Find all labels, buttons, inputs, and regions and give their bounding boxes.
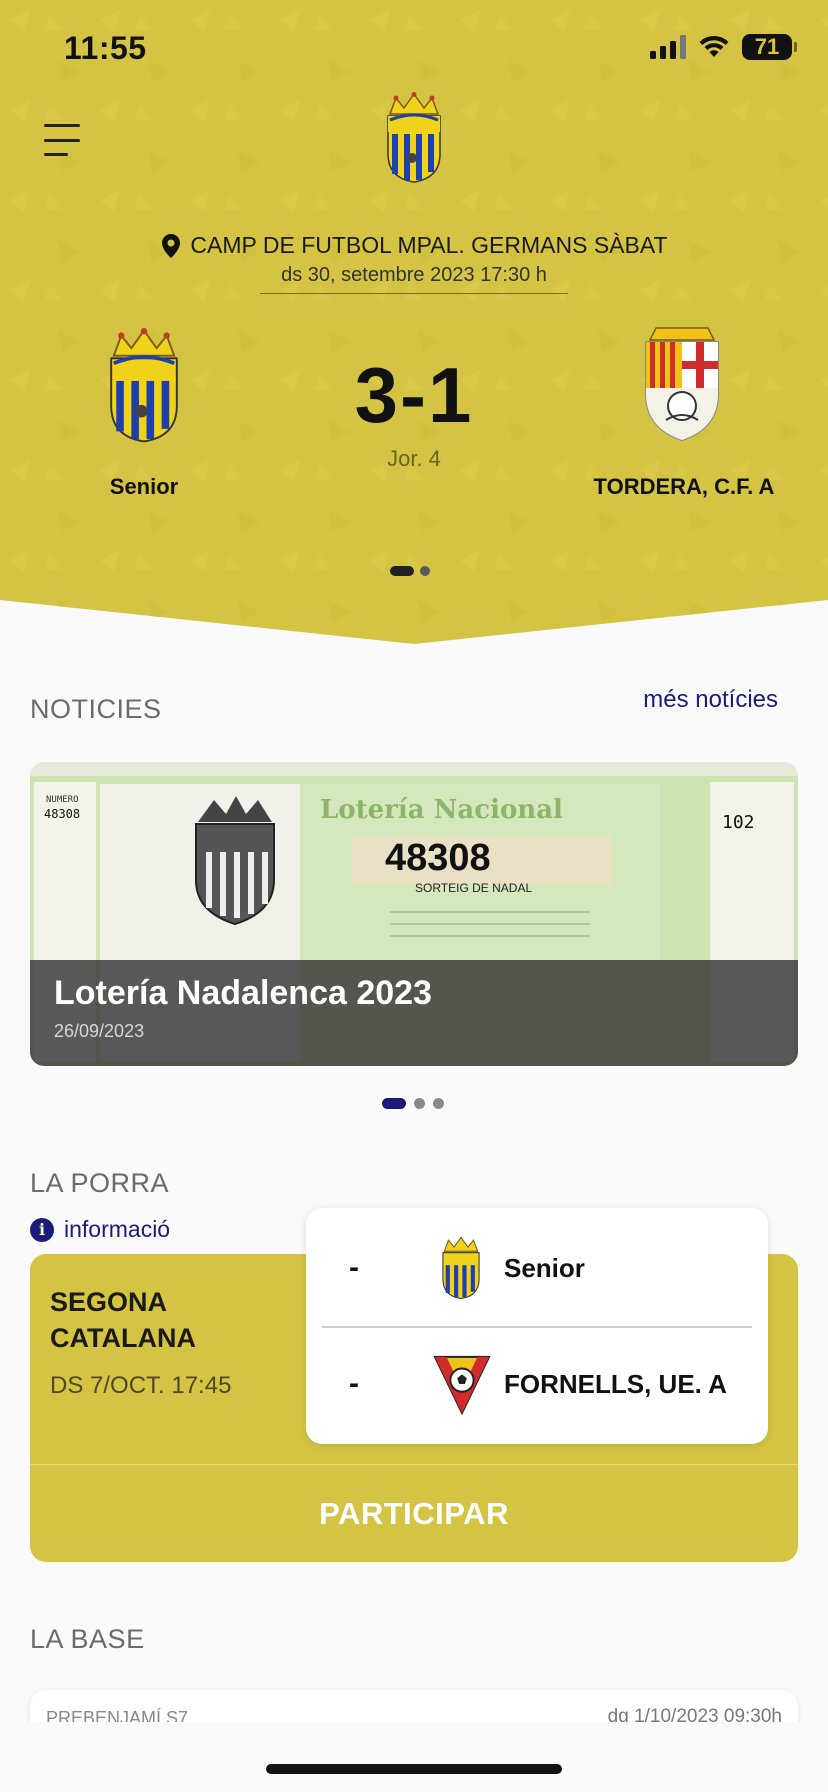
prediction-box: - Senior - FORNELLS, UE. A — [306, 1208, 768, 1444]
battery-icon: 71 — [742, 34, 797, 60]
carousel-dot[interactable] — [420, 566, 430, 576]
match-date: ds 30, setembre 2023 17:30 h — [260, 264, 568, 294]
porra-info-link[interactable]: i informació — [30, 1216, 170, 1243]
ticket-header: Lotería Nacional — [320, 795, 563, 825]
participate-button[interactable]: PARTICIPAR — [30, 1466, 798, 1562]
news-card[interactable]: NUMERO 48308 Lotería Nacional 48308 SORT… — [30, 762, 798, 1066]
news-dot-active[interactable] — [382, 1098, 406, 1109]
carousel-dot-active[interactable] — [390, 566, 414, 576]
match-carousel-indicator[interactable] — [390, 566, 430, 576]
porra-datetime: DS 7/OCT. 17:45 — [50, 1372, 232, 1399]
wifi-icon — [699, 35, 729, 57]
news-section-title: NOTICIES — [30, 694, 162, 724]
prediction-separator — [322, 1326, 752, 1328]
signal-icon — [650, 35, 686, 59]
news-dot[interactable] — [433, 1098, 444, 1109]
status-time: 11:55 — [64, 30, 147, 66]
news-overlay: Lotería Nadalenca 2023 26/09/2023 — [30, 960, 798, 1066]
away-team-crest-small — [433, 1355, 491, 1415]
club-crest-logo[interactable] — [384, 92, 444, 184]
hamburger-menu-icon[interactable] — [44, 124, 84, 156]
home-team-name-porra: Senior — [504, 1252, 585, 1283]
away-team-name-porra: FORNELLS, UE. A — [504, 1368, 727, 1399]
bottom-safe-area — [0, 1722, 828, 1792]
prediction-row-home: - Senior — [306, 1218, 768, 1318]
venue-row: CAMP DE FUTBOL MPAL. GERMANS SÀBAT — [0, 232, 828, 259]
ticket-subtitle: SORTEIG DE NADAL — [415, 881, 532, 895]
porra-divider — [30, 1464, 798, 1465]
news-carousel-indicator[interactable] — [382, 1098, 444, 1109]
news-title: Lotería Nadalenca 2023 — [54, 974, 432, 1012]
away-score-prediction[interactable]: - — [306, 1367, 402, 1401]
home-team-crest-small — [442, 1236, 480, 1300]
news-dot[interactable] — [414, 1098, 425, 1109]
match-score: 3-1 — [354, 351, 474, 439]
news-date: 26/09/2023 — [54, 1021, 145, 1041]
home-score-prediction[interactable]: - — [306, 1251, 402, 1285]
prediction-row-away: - FORNELLS, UE. A — [306, 1334, 768, 1434]
match-round: Jor. 4 — [387, 446, 441, 471]
porra-section-title: LA PORRA — [30, 1168, 170, 1198]
home-team-name: Senior — [109, 474, 179, 499]
venue-name: CAMP DE FUTBOL MPAL. GERMANS SÀBAT — [190, 232, 668, 258]
home-indicator[interactable] — [266, 1764, 562, 1774]
ticket-number: 48308 — [385, 837, 491, 879]
ticket-stub-number: 48308 — [44, 807, 80, 821]
more-news-link[interactable]: més notícies — [643, 686, 778, 714]
base-section-title: LA BASE — [30, 1624, 145, 1654]
location-pin-icon — [162, 233, 181, 258]
away-team-name: TORDERA, C.F. A — [593, 474, 775, 499]
svg-text:NUMERO: NUMERO — [46, 795, 79, 805]
svg-text:102: 102 — [722, 812, 755, 833]
info-icon[interactable]: i — [30, 1217, 54, 1242]
status-icons: 71 — [650, 34, 797, 60]
porra-competition: SEGONA CATALANA — [50, 1287, 196, 1353]
porra-info-label[interactable]: informació — [64, 1216, 170, 1243]
away-team-crest[interactable] — [636, 324, 728, 442]
home-team-crest[interactable] — [106, 328, 182, 444]
